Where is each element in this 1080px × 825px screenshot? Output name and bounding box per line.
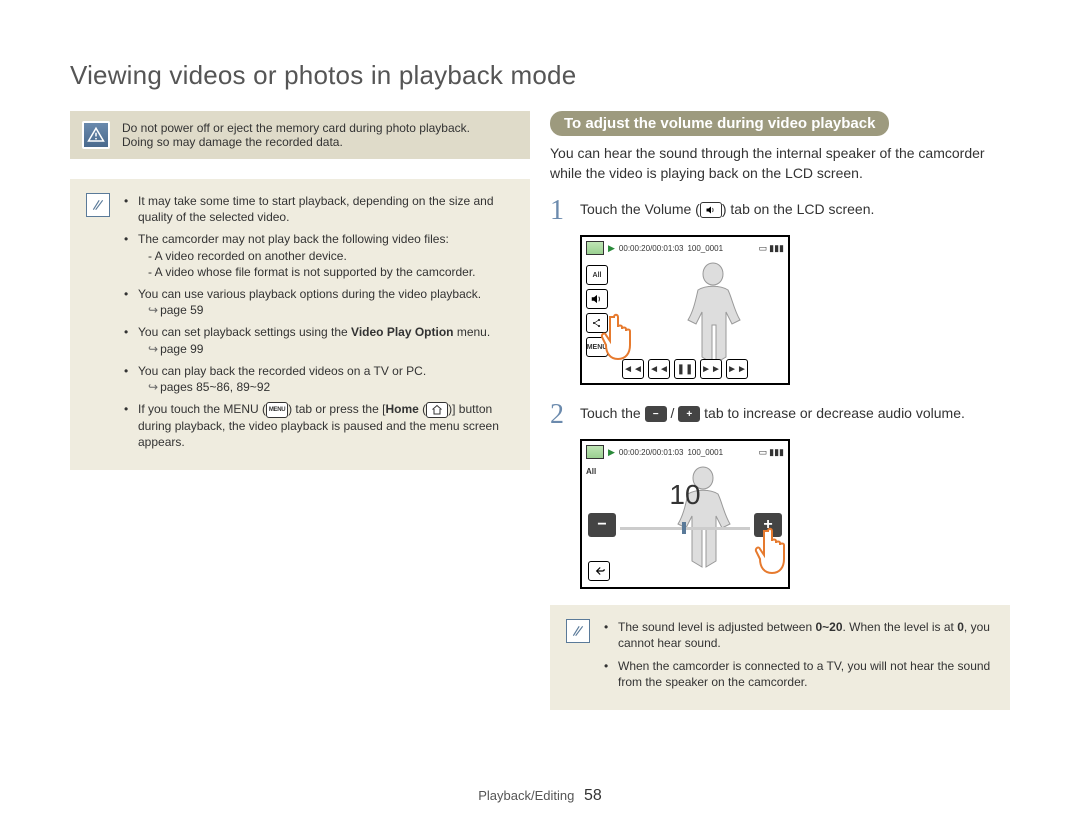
step-text: Touch the	[580, 405, 645, 421]
warning-line-2: Doing so may damage the recorded data.	[122, 135, 470, 149]
volume-down-button[interactable]: −	[588, 513, 616, 537]
note-text: menu.	[454, 325, 491, 339]
step-number: 2	[550, 401, 580, 429]
lcd-screen-1: ▶ 00:00:20/00:01:03 100_0001 ▭▮▮▮ All ME…	[580, 235, 790, 385]
note-text: The camcorder may not play back the foll…	[138, 232, 449, 246]
step-text: ) tab on the LCD screen.	[722, 201, 875, 217]
page-number: 58	[584, 787, 602, 804]
play-indicator-icon: ▶	[608, 243, 615, 254]
card-icon: ▭	[759, 243, 768, 254]
timecode: 00:00:20/00:01:03	[619, 244, 684, 253]
note-bold: 0~20	[815, 620, 842, 634]
play-indicator-icon: ▶	[608, 447, 615, 458]
step-text: tab to increase or decrease audio volume…	[700, 405, 965, 421]
note-item: When the camcorder is connected to a TV,…	[604, 658, 994, 690]
note-icon	[566, 619, 590, 643]
step-number: 1	[550, 197, 580, 225]
note-list-left: It may take some time to start playback,…	[124, 193, 514, 456]
note-text: ) tab or press the [	[288, 402, 385, 416]
warning-box: Do not power off or eject the memory car…	[70, 111, 530, 159]
warning-text: Do not power off or eject the memory car…	[122, 121, 470, 149]
back-button[interactable]	[588, 561, 610, 581]
timecode: 00:00:20/00:01:03	[619, 448, 684, 457]
step-body: Touch the − / + tab to increase or decre…	[580, 401, 965, 429]
note-sub: - A video whose file format is not suppo…	[138, 264, 514, 280]
note-text: . When the level is at	[843, 620, 958, 634]
menu-icon: MENU	[266, 402, 288, 418]
page-title: Viewing videos or photos in playback mod…	[70, 60, 1010, 91]
page-ref: pages 85~86, 89~92	[138, 379, 514, 395]
step-text: Touch the Volume (	[580, 201, 700, 217]
note-item: You can use various playback options dur…	[124, 286, 514, 318]
touch-hand-icon	[750, 523, 790, 578]
note-bold: 0	[957, 620, 964, 634]
note-box-left: It may take some time to start playback,…	[70, 179, 530, 470]
clip-id: 100_0001	[687, 448, 723, 457]
pause-button[interactable]: ❚❚	[674, 359, 696, 379]
right-column: To adjust the volume during video playba…	[550, 111, 1010, 710]
note-text: You can play back the recorded videos on…	[138, 364, 426, 378]
step-1: 1 Touch the Volume ( ) tab on the LCD scr…	[550, 197, 1010, 225]
warning-icon	[82, 121, 110, 149]
clip-thumbnail-icon	[586, 241, 604, 255]
touch-hand-icon	[596, 309, 646, 364]
note-text: The sound level is adjusted between	[618, 620, 815, 634]
note-bold: Video Play Option	[351, 325, 453, 339]
section-intro: You can hear the sound through the inter…	[550, 144, 1010, 183]
section-heading: To adjust the volume during video playba…	[550, 111, 889, 136]
note-item: If you touch the MENU (MENU) tab or pres…	[124, 401, 514, 450]
note-text: You can set playback settings using the	[138, 325, 351, 339]
rewind-button[interactable]: ◄◄	[648, 359, 670, 379]
note-item: The camcorder may not play back the foll…	[124, 231, 514, 280]
plus-icon: +	[678, 406, 700, 422]
volume-value: 10	[582, 479, 788, 511]
clip-thumbnail-icon	[586, 445, 604, 459]
note-item: The sound level is adjusted between 0~20…	[604, 619, 994, 651]
note-item: You can set playback settings using the …	[124, 324, 514, 356]
battery-icon: ▮▮▮	[769, 243, 784, 254]
page-ref: page 59	[138, 302, 514, 318]
note-text: If you touch the MENU (	[138, 402, 266, 416]
left-column: Do not power off or eject the memory car…	[70, 111, 530, 710]
minus-icon: −	[645, 406, 667, 422]
step-text: /	[667, 405, 679, 421]
volume-slider[interactable]	[620, 519, 750, 537]
note-text: (	[419, 402, 426, 416]
note-box-right: The sound level is adjusted between 0~20…	[550, 605, 1010, 710]
volume-icon	[700, 202, 722, 218]
step-2: 2 Touch the − / + tab to increase or dec…	[550, 401, 1010, 429]
lcd-screen-2: ▶ 00:00:20/00:01:03 100_0001 ▭▮▮▮ All 10…	[580, 439, 790, 589]
warning-line-1: Do not power off or eject the memory car…	[122, 121, 470, 135]
all-tab[interactable]: All	[586, 265, 608, 285]
note-bold: Home	[385, 402, 418, 416]
all-label: All	[586, 467, 596, 476]
battery-icon: ▮▮▮	[769, 447, 784, 458]
step-body: Touch the Volume ( ) tab on the LCD scree…	[580, 197, 874, 225]
note-item: It may take some time to start playback,…	[124, 193, 514, 225]
home-icon	[426, 402, 448, 418]
status-icons: ▭▮▮▮	[759, 243, 784, 254]
note-list-right: The sound level is adjusted between 0~20…	[604, 619, 994, 696]
person-silhouette-icon	[668, 255, 758, 365]
status-icons: ▭▮▮▮	[759, 447, 784, 458]
note-item: You can play back the recorded videos on…	[124, 363, 514, 395]
page-ref: page 99	[138, 341, 514, 357]
clip-id: 100_0001	[687, 244, 723, 253]
note-icon	[86, 193, 110, 217]
note-sub: - A video recorded on another device.	[138, 248, 514, 264]
content-columns: Do not power off or eject the memory car…	[70, 111, 1010, 710]
volume-tab[interactable]	[586, 289, 608, 309]
note-text: You can use various playback options dur…	[138, 287, 481, 301]
person-silhouette-icon	[658, 459, 748, 569]
card-icon: ▭	[759, 447, 768, 458]
forward-button[interactable]: ►►	[700, 359, 722, 379]
footer-section: Playback/Editing	[478, 788, 574, 803]
next-button[interactable]: ►►	[726, 359, 748, 379]
page-footer: Playback/Editing 58	[0, 787, 1080, 805]
